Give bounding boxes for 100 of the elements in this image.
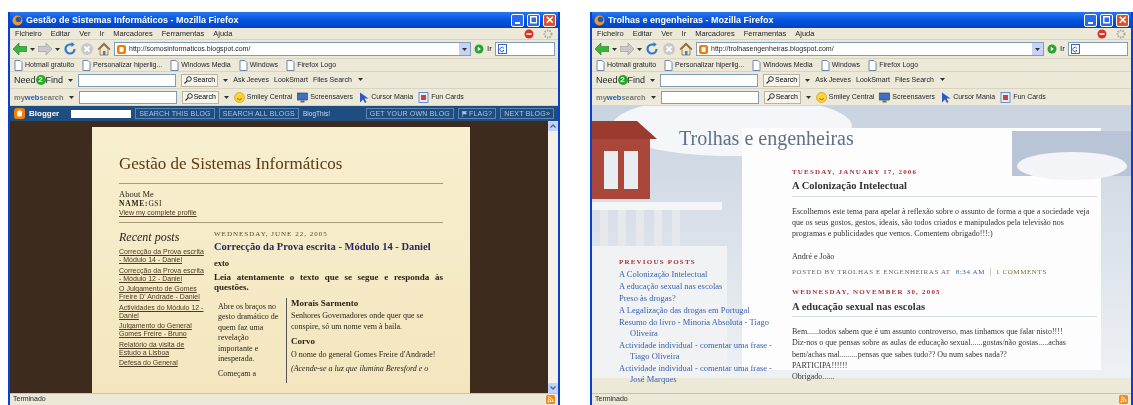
smiley-icon — [815, 91, 827, 103]
post-paragraph: Leia atentamente o texto que se segue e responda às questões. — [214, 271, 443, 293]
page-icon — [820, 59, 830, 71]
close-button[interactable] — [1116, 13, 1129, 27]
search-field[interactable] — [1068, 42, 1128, 56]
site-icon — [699, 44, 708, 54]
caret-icon[interactable] — [650, 95, 656, 99]
scroll-down-icon[interactable] — [548, 383, 558, 393]
sidebar-heading: Recent posts — [119, 229, 181, 245]
dropdown-button[interactable] — [459, 43, 471, 55]
maximize-button[interactable] — [1100, 13, 1113, 27]
go-icon[interactable] — [1047, 44, 1058, 54]
caret-icon[interactable] — [223, 78, 229, 82]
toolbar-logo-text: Find — [45, 74, 64, 86]
maximize-icon — [1102, 16, 1111, 24]
no-entry-icon — [524, 28, 534, 39]
site-icon — [117, 44, 126, 54]
post-link[interactable]: A Legalização das drogas em Portugal — [619, 305, 772, 317]
go-icon[interactable] — [474, 44, 485, 54]
dropdown-button[interactable] — [1032, 43, 1044, 55]
home-icon[interactable] — [97, 42, 111, 56]
maximize-button[interactable] — [527, 13, 540, 27]
blog-title: Trolhas e engenheiras — [678, 126, 855, 150]
table-text: Abre os braços no gesto dramático de quem faz uma revelação importante e inesperada. — [218, 301, 280, 365]
caret-icon[interactable] — [805, 95, 811, 99]
post-title[interactable]: Correcção da Prova escrita - Módulo 14 - Daniel — [214, 241, 443, 254]
toolbar-logo-badge: 2 — [35, 75, 46, 85]
dialogue-text: Senhores Governadores onde quer que se conspire, só um nome vem à baila. — [291, 311, 425, 333]
toolbar-search-field[interactable] — [660, 90, 759, 104]
home-icon[interactable] — [679, 42, 693, 56]
toolbar-search-field[interactable] — [660, 73, 759, 87]
minimize-button[interactable] — [511, 13, 524, 27]
toolbar-search-field[interactable] — [78, 90, 177, 104]
post-link[interactable]: Resumo do livro - Minoria Absoluta - Tiago Oliveira — [619, 317, 772, 340]
toolbar-logo-text: Need — [14, 74, 36, 86]
search-icon — [184, 76, 193, 84]
feed-icon — [1119, 395, 1128, 404]
toolbar-search-field[interactable] — [78, 73, 177, 87]
page-icon — [286, 59, 296, 71]
cards-icon — [418, 91, 430, 103]
post-paragraph: Escolhemos este tema para apelar à reflexão sobre o assunto de forma a que a sociedade veja que os seus gostos, gestos, ideais, são todos criados e manipulados pela televisão nos programas e publicidades que vemos. Comentem obrigado!!!:) — [792, 206, 1091, 240]
blog-logo-icon — [14, 108, 25, 119]
post-link[interactable]: A Colonização Intelectual — [619, 269, 772, 281]
caret-icon[interactable] — [68, 78, 74, 82]
caret-icon[interactable] — [939, 78, 945, 82]
page-icon — [14, 59, 23, 71]
caret-icon[interactable] — [68, 95, 74, 99]
blog-logo-text: Blogger — [29, 108, 60, 119]
search-field[interactable] — [495, 42, 555, 56]
caret-icon — [1035, 47, 1041, 51]
close-button[interactable] — [543, 13, 556, 27]
feed-icon — [546, 395, 555, 404]
flag-icon — [461, 110, 467, 117]
smiley-icon — [233, 91, 245, 103]
post-paragraph: Bem......todos sabem que é um assunto controverso, mas tinhamos que falar nisto!!!! — [792, 326, 1064, 338]
page-icon — [868, 59, 878, 71]
page-icon — [238, 59, 248, 71]
scroll-up-icon[interactable] — [548, 121, 558, 131]
go-label[interactable]: Ir — [487, 44, 492, 54]
reload-icon[interactable] — [63, 42, 77, 56]
caret-icon[interactable] — [650, 78, 656, 82]
cursor-icon — [358, 91, 370, 103]
post-link[interactable]: Actividade individual - comentar uma frase - Tiago Oliveira — [619, 340, 772, 363]
post-paragraph: PARTICIPA!!!!!! — [792, 359, 849, 371]
go-label[interactable]: Ir — [1060, 44, 1065, 54]
blog-search-field[interactable] — [71, 109, 132, 118]
search-icon — [766, 76, 775, 84]
caret-icon — [462, 47, 468, 51]
post-link[interactable]: A educação sexual nas escolas — [619, 281, 772, 293]
speaker-name: Corvo — [291, 336, 316, 347]
minimize-button[interactable] — [1084, 13, 1097, 27]
post-link[interactable]: Preso às drogas? — [619, 293, 772, 305]
search-icon — [766, 93, 775, 101]
gear-icon — [1116, 28, 1126, 39]
post-link[interactable]: Actividade individual - comentar uma frase - José Marques — [619, 363, 772, 386]
reload-icon[interactable] — [645, 42, 659, 56]
caret-icon[interactable] — [637, 47, 642, 51]
minimize-icon — [1088, 22, 1093, 24]
page-icon — [752, 59, 762, 71]
caret-icon[interactable] — [223, 95, 229, 99]
post-paragraph: Diz-nos o que pensas sobre as aulas de educação sexual......gostas/não gostas.....achas bem/achas mal.........pensas que sabes tudo?? Ou num sabes nada?? — [792, 337, 1067, 360]
post-paragraph: André e João — [792, 250, 836, 262]
post-title[interactable]: A educação sexual nas escolas — [792, 300, 1097, 314]
caret-icon[interactable] — [612, 47, 617, 51]
dialogue-text: (Acende-se a luz que ilumina Beresford e o — [291, 364, 430, 375]
caret-icon[interactable] — [30, 47, 35, 51]
speaker-name: Morais Sarmento — [291, 297, 360, 309]
scrollbar[interactable] — [548, 121, 558, 393]
maximize-icon — [529, 16, 538, 24]
section-heading: About Me — [119, 189, 155, 200]
monitor-icon — [297, 91, 309, 103]
caret-icon[interactable] — [805, 78, 811, 82]
post-title[interactable]: A Colonização Intelectual — [792, 180, 1097, 193]
globe-icon — [594, 14, 605, 26]
caret-icon[interactable] — [55, 47, 60, 51]
caret-icon[interactable] — [357, 78, 363, 82]
search-icon — [184, 93, 193, 101]
gear-icon — [543, 28, 553, 39]
no-entry-icon — [1097, 28, 1107, 39]
toolbar-logo-text: Need — [596, 74, 618, 86]
